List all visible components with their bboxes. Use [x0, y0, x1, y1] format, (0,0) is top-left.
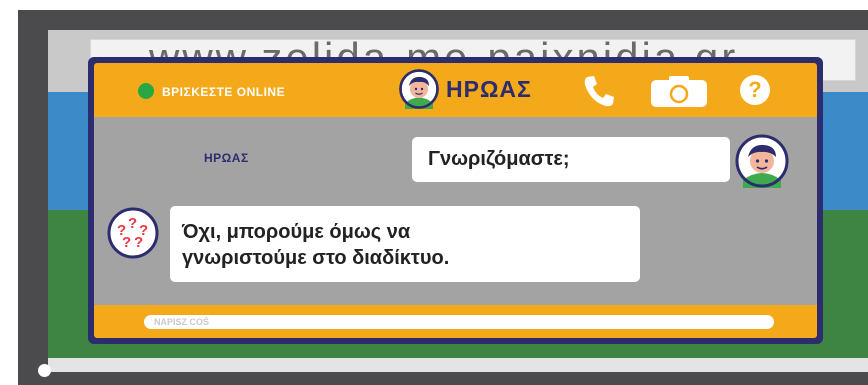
svg-text:?: ?: [134, 234, 143, 251]
message-bubble-sent: Γνωριζόμαστε;: [412, 137, 730, 182]
chat-footer: [94, 305, 817, 338]
message-text: Γνωριζόμαστε;: [428, 148, 570, 170]
phone-icon[interactable]: [582, 74, 618, 108]
camera-icon[interactable]: [651, 76, 707, 107]
scroll-indicator[interactable]: [38, 364, 51, 377]
message-text-line: Όχι, μπορούμε όμως να: [182, 221, 411, 243]
chat-window: ΒΡΙΣΚΕΣΤΕ ONLINE ΗΡΩΑΣ ? ΗΡΩΑΣ Γνωριζόμα…: [88, 57, 823, 344]
sender-name: ΗΡΩΑΣ: [204, 151, 249, 165]
online-status-text: ΒΡΙΣΚΕΣΤΕ ONLINE: [162, 85, 286, 99]
message-input[interactable]: [144, 315, 774, 329]
message-bubble-received: Όχι, μπορούμε όμως να γνωριστούμε στο δι…: [170, 206, 640, 282]
boy-avatar-icon: [735, 134, 789, 188]
browser-bottom-bar: [48, 358, 868, 372]
help-icon[interactable]: ?: [740, 75, 770, 105]
boy-avatar-icon: [399, 69, 439, 109]
question-marks-avatar-icon: ? ? ? ? ?: [107, 207, 159, 259]
chat-header: ΒΡΙΣΚΕΣΤΕ ONLINE ΗΡΩΑΣ ?: [94, 63, 817, 117]
online-status-icon: [138, 83, 154, 99]
contact-name: ΗΡΩΑΣ: [446, 76, 532, 102]
chat-messages: ΗΡΩΑΣ Γνωριζόμαστε; ? ? ? ? ? Όχι, μπορο…: [94, 117, 817, 305]
message-text-line: γνωριστούμε στο διαδίκτυο.: [182, 247, 450, 269]
svg-text:?: ?: [122, 234, 131, 251]
svg-text:?: ?: [128, 215, 137, 232]
